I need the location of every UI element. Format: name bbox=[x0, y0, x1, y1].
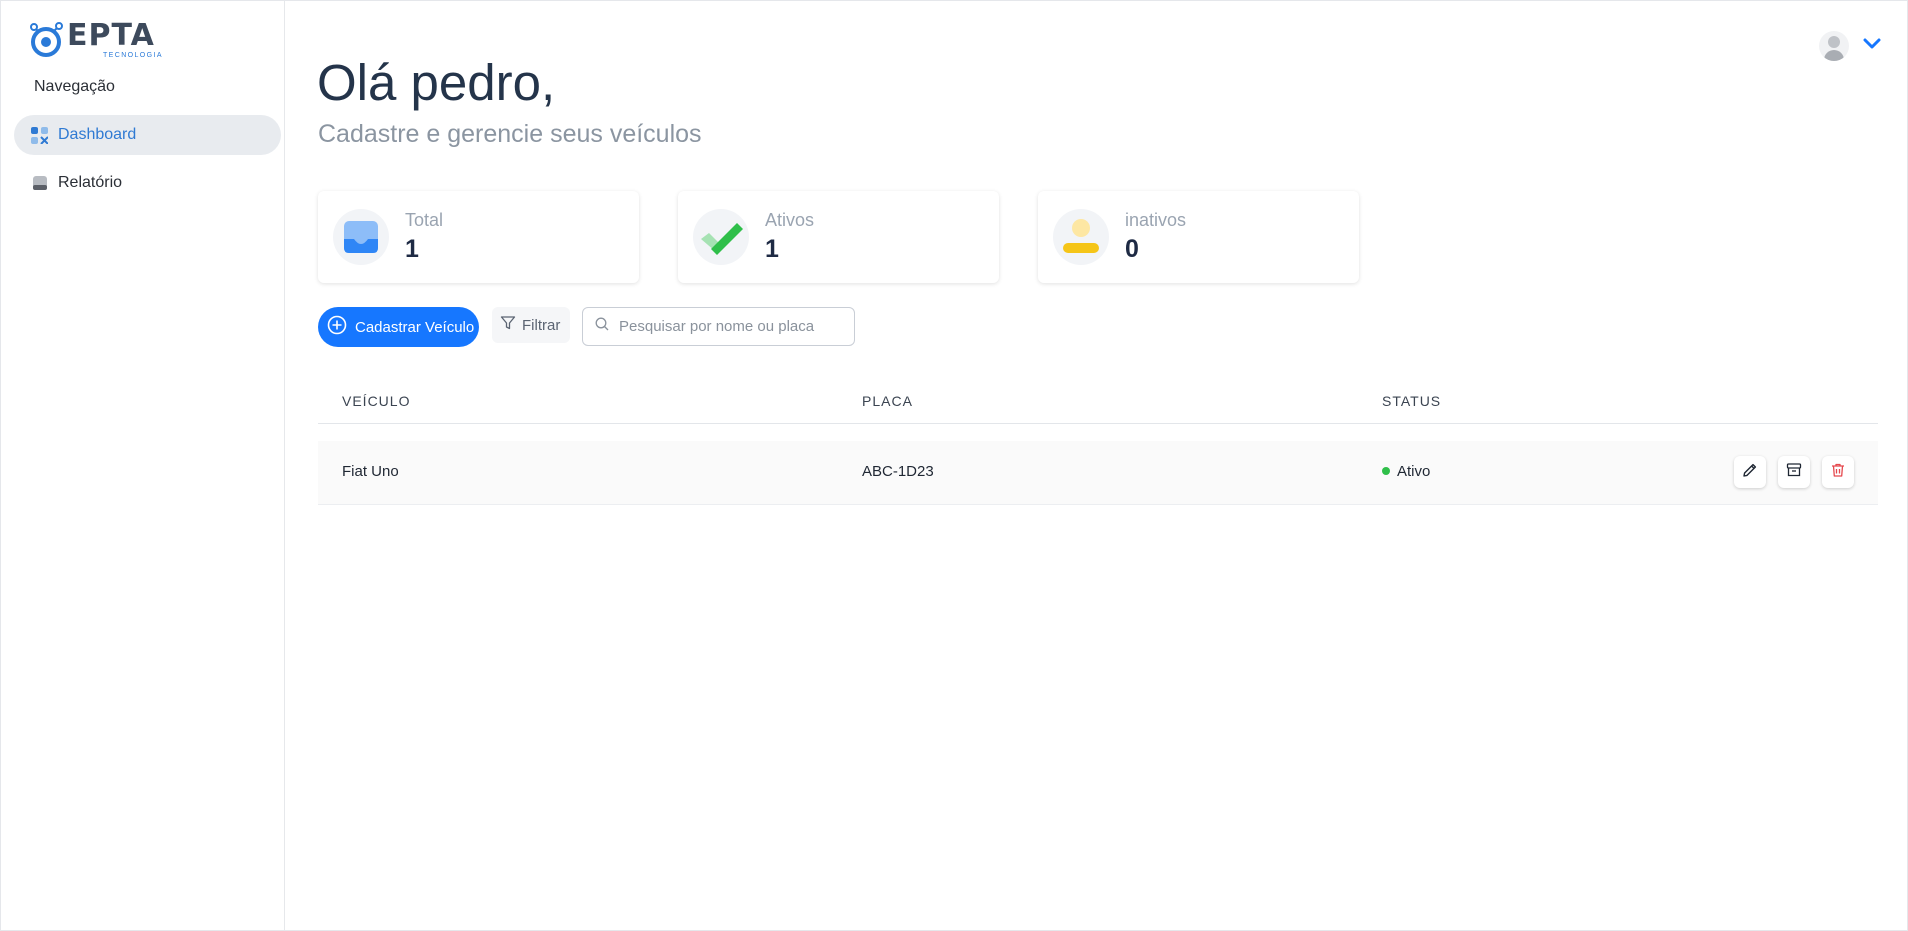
sidebar-item-label: Relatório bbox=[58, 174, 123, 191]
avatar[interactable] bbox=[1819, 31, 1849, 61]
stat-value: 1 bbox=[405, 235, 419, 263]
archive-icon bbox=[1786, 462, 1802, 482]
table-header: VEÍCULO PLACA STATUS bbox=[318, 381, 1878, 424]
column-header-vehicle[interactable]: VEÍCULO bbox=[342, 393, 410, 409]
add-vehicle-button[interactable]: Cadastrar Veículo bbox=[318, 307, 479, 347]
user-inactive-icon bbox=[1053, 209, 1109, 265]
stat-card-inativos: inativos 0 bbox=[1038, 191, 1359, 283]
brand-logo[interactable]: EPTA TECNOLOGIA bbox=[29, 21, 163, 59]
brand-tagline: TECNOLOGIA bbox=[103, 52, 163, 59]
stat-label: Ativos bbox=[765, 210, 815, 230]
status-text: Ativo bbox=[1397, 463, 1431, 480]
add-vehicle-label: Cadastrar Veículo bbox=[355, 318, 475, 336]
filter-icon bbox=[500, 315, 516, 335]
search-box bbox=[582, 307, 855, 346]
trash-icon bbox=[1830, 462, 1846, 482]
pencil-icon bbox=[1742, 462, 1758, 482]
sidebar-item-relatorio[interactable]: Relatório bbox=[14, 163, 281, 203]
filter-button[interactable]: Filtrar bbox=[492, 307, 570, 343]
plus-circle-icon bbox=[327, 315, 347, 339]
column-header-plate[interactable]: PLACA bbox=[862, 393, 913, 409]
edit-button[interactable] bbox=[1734, 456, 1766, 488]
stat-card-ativos: Ativos 1 bbox=[678, 191, 999, 283]
stat-card-total: Total 1 bbox=[318, 191, 639, 283]
vehicle-plate: ABC-1D23 bbox=[862, 463, 934, 480]
sidebar-item-label: Dashboard bbox=[58, 126, 137, 143]
nav-heading: Navegação bbox=[34, 78, 115, 95]
stat-value: 0 bbox=[1125, 235, 1139, 263]
archive-button[interactable] bbox=[1778, 456, 1810, 488]
dashboard-grid-icon bbox=[31, 126, 48, 144]
search-input[interactable] bbox=[619, 318, 839, 335]
delete-button[interactable] bbox=[1822, 456, 1854, 488]
app-window: EPTA TECNOLOGIA Navegação Dashboard Rela… bbox=[0, 0, 1908, 931]
stat-label: Total bbox=[405, 210, 444, 230]
logo-icon bbox=[29, 21, 65, 59]
filter-label: Filtrar bbox=[522, 316, 561, 334]
vehicle-name: Fiat Uno bbox=[342, 463, 399, 480]
chevron-down-icon[interactable] bbox=[1863, 37, 1881, 55]
stat-label: inativos bbox=[1125, 210, 1187, 230]
page-title: Olá pedro, bbox=[317, 54, 556, 111]
checkmark-icon bbox=[693, 209, 749, 265]
user-menu[interactable] bbox=[1819, 31, 1881, 61]
search-icon bbox=[595, 317, 609, 336]
table-row[interactable]: Fiat Uno ABC-1D23 Ativo bbox=[318, 441, 1878, 505]
inbox-tray-icon bbox=[333, 209, 389, 265]
sidebar: EPTA TECNOLOGIA Navegação Dashboard Rela… bbox=[1, 1, 285, 930]
stat-value: 1 bbox=[765, 235, 779, 263]
report-tray-icon bbox=[31, 175, 48, 192]
status-badge: Ativo bbox=[1382, 463, 1430, 480]
page-subtitle: Cadastre e gerencie seus veículos bbox=[318, 120, 702, 148]
status-dot-icon bbox=[1382, 467, 1390, 476]
row-actions bbox=[1734, 456, 1854, 488]
brand-name: EPTA bbox=[67, 18, 155, 53]
sidebar-item-dashboard[interactable]: Dashboard bbox=[14, 115, 281, 155]
column-header-status[interactable]: STATUS bbox=[1382, 393, 1441, 409]
